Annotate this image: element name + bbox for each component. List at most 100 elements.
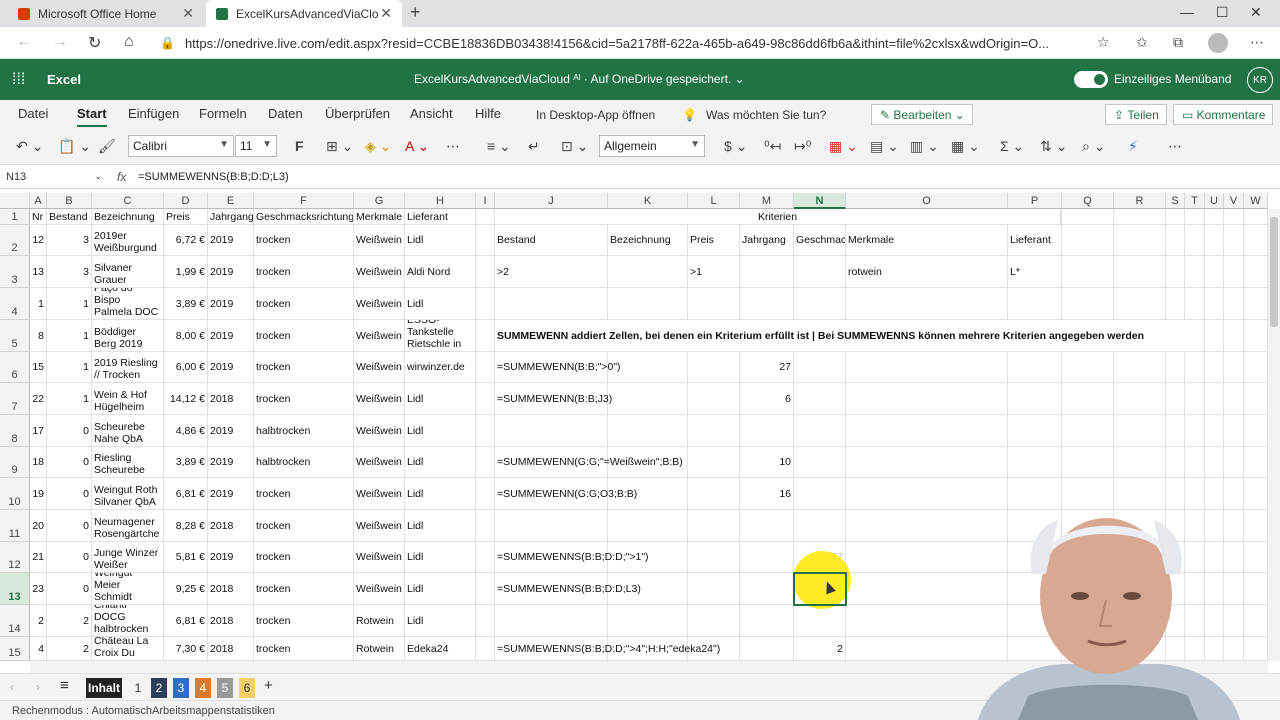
data-cell-h9[interactable]: Lidl: [405, 447, 476, 478]
row-header-1[interactable]: 1: [0, 209, 30, 225]
data-cell-b6[interactable]: 1: [47, 352, 92, 383]
data-cell-c3[interactable]: Silvaner Grauer: [92, 256, 164, 288]
window-close-icon[interactable]: ✕: [1250, 4, 1262, 21]
more-options-icon[interactable]: ⋯: [1168, 138, 1182, 155]
cell-u8[interactable]: [1205, 415, 1224, 447]
conditional-format-icon[interactable]: ▦ ⌄: [829, 138, 858, 155]
favorites-icon[interactable]: ✩: [1136, 34, 1148, 51]
insert-cells-icon[interactable]: ▦ ⌄: [951, 138, 980, 155]
data-cell-g3[interactable]: Weißwein: [354, 256, 405, 288]
data-cell-e9[interactable]: 2019: [208, 447, 254, 478]
formula-result-10[interactable]: 16: [740, 478, 794, 510]
criteria-header-p[interactable]: Lieferant: [1008, 225, 1062, 256]
data-cell-f4[interactable]: trocken: [254, 288, 354, 320]
data-cell-e11[interactable]: 2018: [208, 510, 254, 542]
column-header-p[interactable]: P: [1008, 193, 1062, 209]
data-cell-a15[interactable]: 4: [30, 637, 47, 661]
cell-n4[interactable]: [794, 288, 846, 320]
row-header-2[interactable]: 2: [0, 225, 30, 256]
data-cell-a3[interactable]: 13: [30, 256, 47, 288]
header-cell-h[interactable]: Lieferant: [405, 209, 476, 225]
data-cell-g12[interactable]: Weißwein: [354, 542, 405, 573]
wrap-text-icon[interactable]: ↵: [528, 138, 540, 155]
data-cell-f7[interactable]: trocken: [254, 383, 354, 415]
criteria-value-o[interactable]: rotwein: [846, 256, 1008, 288]
row-header-3[interactable]: 3: [0, 256, 30, 288]
font-color-icon[interactable]: A ⌄: [405, 138, 429, 155]
app-launcher-icon[interactable]: ⁞⁞⁞: [12, 71, 25, 89]
data-cell-d4[interactable]: 3,89 €: [164, 288, 208, 320]
number-format-select[interactable]: Allgemein ▼: [599, 135, 705, 157]
cell-r3[interactable]: [1114, 256, 1166, 288]
cell-k8[interactable]: [608, 415, 688, 447]
cell-q8[interactable]: [1062, 415, 1114, 447]
cell-l8[interactable]: [688, 415, 740, 447]
cell-v4[interactable]: [1224, 288, 1244, 320]
increase-decimal-icon[interactable]: ⁰↤: [764, 138, 781, 155]
cell-i3[interactable]: [476, 256, 495, 288]
cell-i14[interactable]: [476, 605, 495, 637]
cell-s1[interactable]: [1166, 209, 1185, 225]
data-cell-h12[interactable]: Lidl: [405, 542, 476, 573]
column-header-l[interactable]: L: [688, 193, 740, 209]
row-header-15[interactable]: 15: [0, 637, 30, 661]
data-cell-h14[interactable]: Lidl: [405, 605, 476, 637]
column-header-f[interactable]: F: [254, 193, 354, 209]
autosum-icon[interactable]: Σ ⌄: [1000, 138, 1024, 155]
data-cell-h5[interactable]: ESSO-Tankstelle Rietschle in: [405, 320, 476, 352]
column-header-u[interactable]: U: [1205, 193, 1224, 209]
criteria-value-p[interactable]: L*: [1008, 256, 1062, 288]
column-header-m[interactable]: M: [740, 193, 794, 209]
header-cell-c[interactable]: Bezeichnung: [92, 209, 164, 225]
data-cell-h6[interactable]: wirwinzer.de: [405, 352, 476, 383]
cell-n6[interactable]: [794, 352, 846, 383]
data-cell-g13[interactable]: Weißwein: [354, 573, 405, 605]
data-cell-e3[interactable]: 2019: [208, 256, 254, 288]
open-desktop-app[interactable]: In Desktop-App öffnen: [536, 108, 655, 122]
cell-n14[interactable]: [794, 605, 846, 637]
data-cell-a5[interactable]: 8: [30, 320, 47, 352]
cell-v6[interactable]: [1224, 352, 1244, 383]
find-icon[interactable]: ⌕ ⌄: [1082, 138, 1105, 155]
data-cell-a14[interactable]: 2: [30, 605, 47, 637]
undo-icon[interactable]: ↶ ⌄: [16, 138, 43, 155]
bold-button[interactable]: F: [295, 138, 304, 154]
row-header-13[interactable]: 13: [0, 573, 30, 605]
criteria-title-cell[interactable]: Kriterien: [495, 209, 1061, 225]
more-menu-icon[interactable]: ⋯: [1250, 34, 1264, 51]
new-tab-icon[interactable]: +: [410, 2, 421, 23]
data-cell-d12[interactable]: 5,81 €: [164, 542, 208, 573]
data-cell-b4[interactable]: 1: [47, 288, 92, 320]
cell-t8[interactable]: [1185, 415, 1205, 447]
data-cell-d14[interactable]: 6,81 €: [164, 605, 208, 637]
collections-icon[interactable]: ⧉: [1173, 34, 1183, 51]
cell-i13[interactable]: [476, 573, 495, 605]
data-cell-f15[interactable]: trocken: [254, 637, 354, 661]
data-cell-d2[interactable]: 6,72 €: [164, 225, 208, 256]
close-icon[interactable]: ✕: [380, 5, 392, 22]
cell-u7[interactable]: [1205, 383, 1224, 415]
cell-q1[interactable]: [1062, 209, 1114, 225]
column-header-v[interactable]: V: [1224, 193, 1244, 209]
criteria-header-j[interactable]: Bestand: [495, 225, 608, 256]
cell-v5[interactable]: [1224, 320, 1244, 352]
cell-i7[interactable]: [476, 383, 495, 415]
data-cell-d7[interactable]: 14,12 €: [164, 383, 208, 415]
forward-icon[interactable]: →: [52, 33, 68, 51]
data-cell-f12[interactable]: trocken: [254, 542, 354, 573]
cell-t7[interactable]: [1185, 383, 1205, 415]
single-line-ribbon-toggle[interactable]: [1074, 71, 1108, 88]
paste-icon[interactable]: 📋 ⌄: [58, 138, 91, 155]
formula-result-15[interactable]: 2: [794, 637, 846, 661]
data-cell-b11[interactable]: 0: [47, 510, 92, 542]
cell-o7[interactable]: [846, 383, 1008, 415]
cell-n7[interactable]: [794, 383, 846, 415]
chevron-left-icon[interactable]: ‹: [10, 680, 14, 694]
home-icon[interactable]: ⌂: [124, 33, 134, 51]
formula-input[interactable]: =SUMMEWENNS(B:B;D:D;L3): [138, 171, 289, 183]
data-cell-c7[interactable]: Wein & Hof Hügelheim: [92, 383, 164, 415]
cell-s4[interactable]: [1166, 288, 1185, 320]
cell-l11[interactable]: [688, 510, 740, 542]
data-cell-d3[interactable]: 1,99 €: [164, 256, 208, 288]
data-cell-f3[interactable]: trocken: [254, 256, 354, 288]
